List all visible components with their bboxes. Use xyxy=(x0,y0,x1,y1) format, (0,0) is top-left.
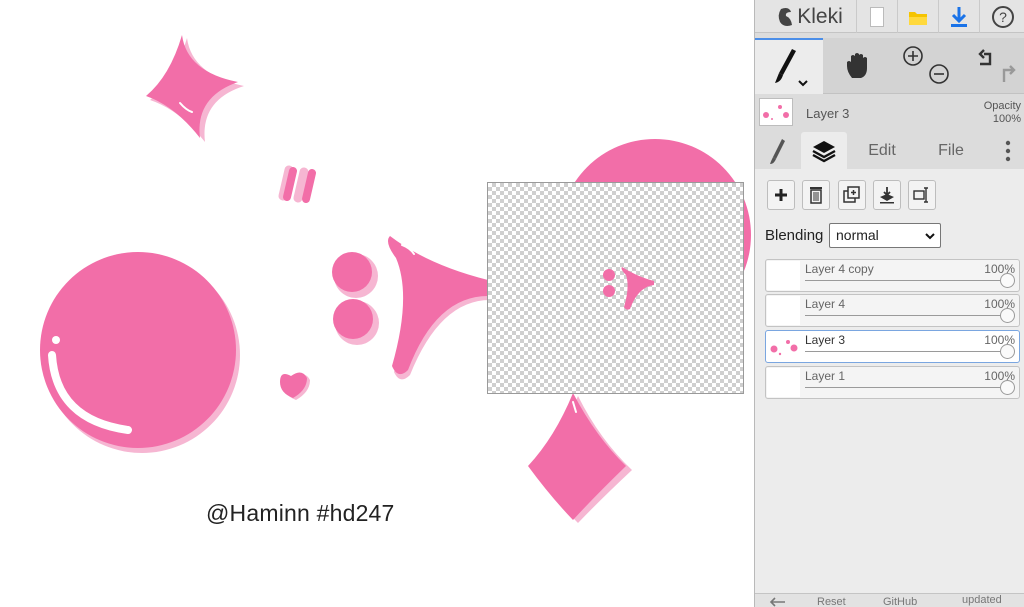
opacity-readout: Opacity 100% xyxy=(984,100,1021,126)
zoom-in-icon xyxy=(903,46,923,66)
panel-tabs: Edit File xyxy=(755,132,1024,169)
brush-tab-icon xyxy=(770,138,785,164)
layer-item[interactable]: Layer 4 100% xyxy=(765,294,1020,327)
layer-name: Layer 4 xyxy=(805,297,846,311)
github-link[interactable]: GitHub xyxy=(883,596,917,607)
delete-layer-icon xyxy=(810,187,822,204)
layer-thumbnail xyxy=(767,368,800,397)
opacity-slider-handle[interactable] xyxy=(1000,308,1015,323)
sparkle-top xyxy=(146,35,238,138)
layer-thumbnail xyxy=(767,261,800,290)
angle-shape xyxy=(388,236,488,375)
preview-dot-lower xyxy=(603,285,615,297)
duplicate-layer-icon xyxy=(843,186,860,203)
opacity-slider-track[interactable] xyxy=(805,387,1005,388)
undo-redo-buttons xyxy=(960,38,1024,94)
tool-row xyxy=(755,38,1024,94)
bubble-highlight-dot xyxy=(52,336,60,344)
layer-item[interactable]: Layer 4 copy 100% xyxy=(765,259,1020,292)
opacity-slider-track[interactable] xyxy=(805,280,1005,281)
opacity-slider-track[interactable] xyxy=(805,315,1005,316)
logo-text: Kleki xyxy=(797,4,843,28)
zoom-buttons xyxy=(895,38,955,94)
layer-name: Layer 4 copy xyxy=(805,262,874,276)
zoom-out-icon xyxy=(929,64,949,84)
layers-icon xyxy=(812,140,836,162)
signature-text: @Haminn #hd247 xyxy=(206,500,395,526)
layer-preview-art xyxy=(603,267,654,310)
redo-icon xyxy=(1002,65,1016,82)
current-layer-thumbnail xyxy=(759,98,793,126)
layer-item-selected[interactable]: Layer 3 100% xyxy=(765,330,1020,363)
tab-brush[interactable] xyxy=(761,132,797,169)
zoom-icons xyxy=(903,46,949,84)
open-folder-button[interactable] xyxy=(898,0,938,33)
big-bubble xyxy=(40,252,236,448)
more-menu-button[interactable] xyxy=(995,132,1021,169)
opacity-slider-handle[interactable] xyxy=(1000,273,1015,288)
drop-shape xyxy=(528,393,626,520)
opacity-value: 100% xyxy=(992,113,1021,125)
new-file-icon xyxy=(870,6,884,27)
layer-name: Layer 3 xyxy=(805,333,846,347)
drawing-canvas[interactable]: @Haminn #hd247 xyxy=(0,0,754,607)
opacity-slider-track[interactable] xyxy=(805,351,1005,352)
duplicate-layer-button[interactable] xyxy=(838,180,866,210)
hand-tool-button[interactable] xyxy=(825,38,891,94)
layers-panel: Blending normal Layer 4 copy 100% Layer … xyxy=(755,169,1024,593)
help-button[interactable]: ? xyxy=(980,0,1024,33)
new-file-button[interactable] xyxy=(857,0,897,33)
opacity-slider-handle[interactable] xyxy=(1000,380,1015,395)
merge-down-icon xyxy=(880,187,894,204)
layer-item[interactable]: Layer 1 100% xyxy=(765,366,1020,399)
bottom-bar: Reset GitHub updated xyxy=(755,593,1024,607)
rename-layer-button[interactable] xyxy=(908,180,936,210)
hand-icon xyxy=(847,53,867,78)
layer-name: Layer 1 xyxy=(805,369,846,383)
dot-upper xyxy=(332,252,372,292)
undo-redo-icons xyxy=(977,49,1016,82)
chevron-down-icon xyxy=(925,225,935,248)
delete-layer-button[interactable] xyxy=(802,180,830,210)
top-toolbar: Kleki ? xyxy=(755,0,1024,33)
layer-preview-popup xyxy=(487,182,744,394)
blending-label: Blending xyxy=(765,227,824,244)
preview-angle xyxy=(621,267,654,310)
updated-label: updated xyxy=(962,594,1002,606)
kleki-logo-button[interactable]: Kleki xyxy=(767,0,853,33)
merge-down-button[interactable] xyxy=(873,180,901,210)
kleki-logo-icon xyxy=(778,7,793,26)
help-icon: ? xyxy=(991,5,1014,28)
opacity-label: Opacity xyxy=(983,100,1021,112)
blending-select[interactable]: normal xyxy=(829,223,941,248)
add-layer-button[interactable] xyxy=(767,180,795,210)
add-layer-icon xyxy=(775,189,787,201)
collapse-arrow-icon[interactable] xyxy=(769,596,787,607)
tab-file[interactable]: File xyxy=(919,132,983,169)
download-icon xyxy=(951,6,967,27)
reset-link[interactable]: Reset xyxy=(817,596,846,607)
preview-dot-upper xyxy=(603,269,615,281)
blending-value: normal xyxy=(836,227,879,243)
sidebar: Kleki ? Layer 3 Opacity 100% Edit File B… xyxy=(754,0,1024,607)
opacity-slider-handle[interactable] xyxy=(1000,344,1015,359)
download-button[interactable] xyxy=(939,0,979,33)
open-folder-icon xyxy=(909,11,927,25)
tab-edit[interactable]: Edit xyxy=(851,132,913,169)
dot-lower xyxy=(333,299,373,339)
svg-text:?: ? xyxy=(999,9,1007,25)
brush-tool-button[interactable] xyxy=(755,38,823,94)
layer-thumbnail xyxy=(767,332,800,361)
rename-layer-icon xyxy=(913,187,928,203)
current-layer-name: Layer 3 xyxy=(806,106,850,121)
brush-icon xyxy=(775,49,808,87)
more-vertical-icon xyxy=(1005,140,1011,161)
current-layer-info[interactable]: Layer 3 Opacity 100% xyxy=(755,95,1024,131)
undo-icon xyxy=(977,49,991,66)
layer-thumbnail xyxy=(767,296,800,325)
tab-layers[interactable] xyxy=(801,132,847,169)
